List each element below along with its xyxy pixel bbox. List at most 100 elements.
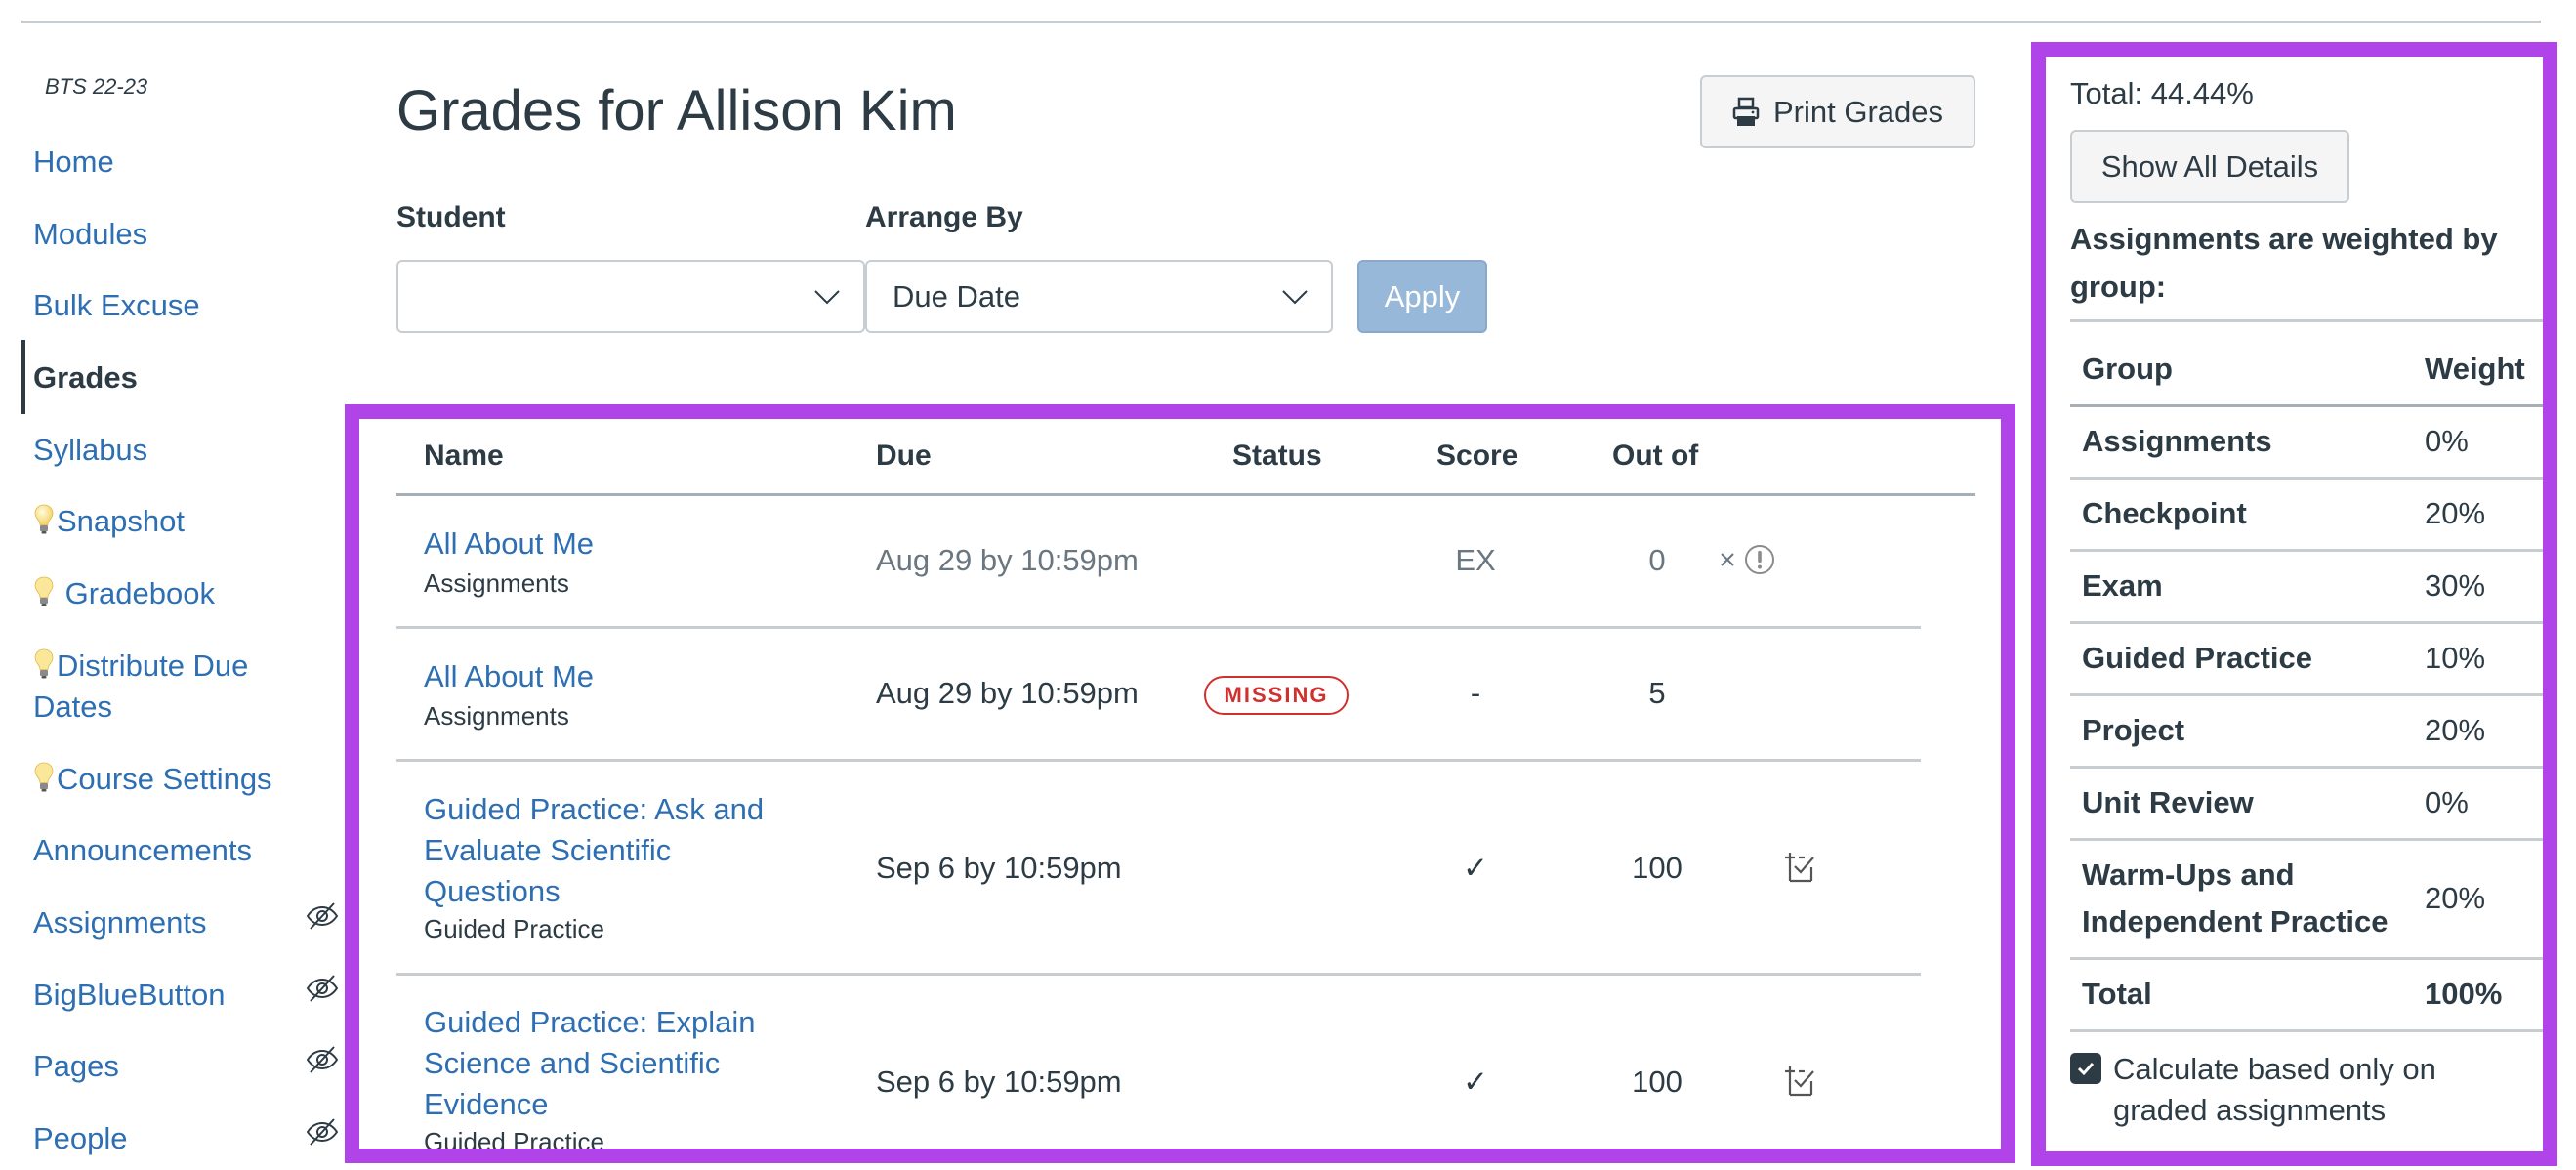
weight-value: 20%: [2425, 496, 2486, 530]
arrange-by-select[interactable]: Due Date: [865, 260, 1333, 333]
eye-slash-icon: [306, 1046, 339, 1073]
sidebar-item-modules[interactable]: Modules: [33, 214, 147, 255]
weights-divider: [2070, 549, 2547, 552]
weight-value: 30%: [2425, 568, 2486, 603]
sidebar-item-course-settings[interactable]: Course Settings: [33, 759, 272, 800]
weights-divider: [2070, 477, 2547, 480]
weight-group-name: Assignments: [2082, 424, 2272, 458]
header-divider: [396, 493, 1975, 496]
weights-divider: [2070, 1029, 2547, 1032]
column-header-score[interactable]: Score: [1436, 439, 1517, 473]
student-select[interactable]: [396, 260, 865, 333]
print-grades-button[interactable]: Print Grades: [1700, 75, 1975, 148]
assignment-score-check: ✓: [1463, 851, 1488, 885]
eye-slash-icon: [306, 975, 339, 1002]
assignment-link[interactable]: Guided Practice: Ask and Evaluate Scient…: [424, 789, 805, 912]
calculate-graded-only-checkbox[interactable]: [2070, 1053, 2101, 1084]
sidebar-item-label: Assignments: [33, 905, 207, 940]
apply-button[interactable]: Apply: [1357, 260, 1487, 333]
eye-slash-icon: [306, 1118, 339, 1146]
sidebar-item-label: BigBlueButton: [33, 978, 226, 1012]
sidebar-item-label: Snapshot: [57, 504, 185, 538]
column-header-name[interactable]: Name: [424, 439, 504, 473]
weight-group-name: Exam: [2082, 568, 2163, 603]
rubric-check-icon[interactable]: [1783, 1066, 1816, 1099]
row-divider: [396, 759, 1921, 762]
rubric-check-icon[interactable]: [1783, 852, 1816, 885]
close-icon[interactable]: [1719, 551, 1736, 568]
lightbulb-icon: [34, 762, 54, 792]
assignment-due: Sep 6 by 10:59pm: [876, 1065, 1122, 1099]
row-divider: [396, 973, 1921, 976]
sidebar-item-bulk-excuse[interactable]: Bulk Excuse: [33, 285, 200, 326]
assignment-score: -: [1470, 676, 1481, 710]
weight-group-name: Project: [2082, 713, 2185, 747]
assignment-out-of: 0: [1648, 543, 1666, 577]
assignment-due: Aug 29 by 10:59pm: [876, 543, 1139, 577]
weights-divider: [2070, 693, 2547, 696]
print-grades-label: Print Grades: [1772, 94, 1943, 129]
assignment-out-of: 5: [1648, 676, 1666, 710]
weight-group-name: Warm-Ups and Independent Practice: [2082, 857, 2389, 939]
assignment-score-check: ✓: [1463, 1065, 1488, 1099]
sidebar-item-label: Gradebook: [57, 576, 215, 610]
assignment-group: Assignments: [424, 701, 569, 731]
assignment-score: EX: [1455, 543, 1496, 577]
sidebar-item-bigbluebutton[interactable]: BigBlueButton: [33, 975, 225, 1016]
weight-group-name: Unit Review: [2082, 785, 2254, 819]
assignment-link[interactable]: All About Me: [424, 523, 805, 564]
printer-icon: [1732, 97, 1760, 126]
total-grade: Total: 44.44%: [2070, 76, 2254, 110]
weights-header-divider: [2070, 404, 2547, 407]
sidebar-item-announcements[interactable]: Announcements: [33, 830, 252, 871]
assignment-link[interactable]: Guided Practice: Explain Science and Sci…: [424, 1002, 805, 1125]
weights-divider: [2070, 766, 2547, 769]
sidebar-item-label: Home: [33, 145, 114, 179]
page-title: Grades for Allison Kim: [396, 79, 957, 143]
sidebar-item-snapshot[interactable]: Snapshot: [33, 501, 185, 542]
assignment-group: Assignments: [424, 568, 569, 598]
sidebar-item-label: People: [33, 1121, 128, 1155]
arrange-by-label: Arrange By: [865, 201, 1023, 233]
weights-total-label: Total: [2082, 977, 2152, 1011]
sidebar-item-label: Course Settings: [57, 762, 272, 796]
column-header-status[interactable]: Status: [1232, 439, 1322, 473]
sidebar-item-pages[interactable]: Pages: [33, 1046, 119, 1087]
checkmark-icon: [2077, 1062, 2095, 1076]
sidebar-item-label: Grades: [33, 360, 138, 395]
assignment-out-of: 100: [1632, 1065, 1683, 1099]
weights-header-weight: Weight: [2425, 352, 2525, 386]
missing-status-badge: MISSING: [1204, 676, 1349, 715]
chevron-down-icon: [814, 290, 840, 305]
eye-slash-icon: [306, 902, 339, 930]
sidebar-item-label: Bulk Excuse: [33, 288, 200, 322]
weight-value: 0%: [2425, 785, 2469, 819]
weight-value: 20%: [2425, 713, 2486, 747]
sidebar-item-people[interactable]: People: [33, 1118, 128, 1159]
weights-divider: [2070, 319, 2547, 322]
arrange-by-value: Due Date: [893, 278, 1020, 313]
column-header-out-of[interactable]: Out of: [1612, 439, 1698, 473]
calculate-graded-only-label[interactable]: Calculate based only on graded assignmen…: [2113, 1049, 2523, 1131]
assignment-out-of: 100: [1632, 851, 1683, 885]
lightbulb-icon: [34, 576, 54, 606]
assignment-group: Guided Practice: [424, 1127, 604, 1156]
sidebar-item-gradebook[interactable]: Gradebook: [33, 573, 215, 614]
weight-group-name: Checkpoint: [2082, 496, 2247, 530]
chevron-down-icon: [1282, 290, 1308, 305]
sidebar-item-distribute-due-dates[interactable]: Distribute Due Dates: [33, 646, 248, 728]
column-header-due[interactable]: Due: [876, 439, 932, 473]
sidebar-item-label-line2: Dates: [33, 689, 112, 724]
show-all-details-button[interactable]: Show All Details: [2070, 130, 2349, 203]
active-indicator: [21, 340, 25, 414]
assignment-link[interactable]: All About Me: [424, 656, 805, 697]
sidebar-item-syllabus[interactable]: Syllabus: [33, 430, 147, 471]
sidebar-item-assignments[interactable]: Assignments: [33, 902, 206, 943]
warning-circle-icon[interactable]: [1744, 544, 1775, 575]
weights-divider: [2070, 957, 2547, 960]
sidebar-item-grades[interactable]: Grades: [33, 357, 138, 398]
sidebar-item-home[interactable]: Home: [33, 142, 114, 183]
assignment-due: Sep 6 by 10:59pm: [876, 851, 1122, 885]
sidebar-item-label: Syllabus: [33, 433, 148, 467]
row-divider: [396, 626, 1921, 629]
